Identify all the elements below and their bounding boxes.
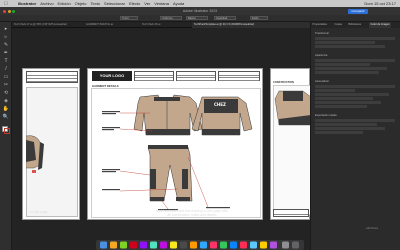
- header-table-1: [134, 71, 174, 81]
- photoshop-icon: [200, 241, 207, 249]
- menu-objeto[interactable]: Objeto: [75, 1, 87, 6]
- header-table-3: [218, 71, 260, 81]
- stroke-profile-select[interactable]: Uniforme: [160, 16, 182, 21]
- maps-icon: [150, 241, 157, 249]
- menu-texto[interactable]: Texto: [90, 1, 100, 6]
- opacity-field[interactable]: Opacidad:: [214, 16, 236, 21]
- launchpad-icon: [110, 241, 117, 249]
- header-table-2: [176, 71, 216, 81]
- menu-ayuda[interactable]: Ayuda: [173, 1, 184, 6]
- menu-archivo[interactable]: Archivo: [40, 1, 53, 6]
- indesign-icon: [210, 241, 217, 249]
- style-select[interactable]: Estilo:: [250, 16, 268, 21]
- left-header-table: [26, 71, 78, 83]
- illustrator-icon: [190, 241, 197, 249]
- messages-icon: [120, 241, 127, 249]
- zoom-window-icon[interactable]: [12, 9, 15, 13]
- panel-tabs: Propiedades Capas Bibliotecas Color de I…: [311, 22, 400, 28]
- selection-tool-icon[interactable]: ▸: [2, 26, 10, 33]
- logo-box: YOUR LOGO: [92, 71, 132, 81]
- pages-icon: [260, 241, 267, 249]
- close-window-icon[interactable]: [3, 9, 6, 13]
- scissors-tool-icon[interactable]: ✂: [2, 82, 10, 89]
- left-caption: to this page: [30, 210, 48, 214]
- section-exportacion[interactable]: Exportación rápida: [315, 114, 337, 117]
- stroke-swatch[interactable]: [4, 128, 10, 134]
- section-transformar[interactable]: Transformar: [315, 32, 329, 35]
- tools-panel: ▸ ▹ ✎ ✒ T / ▭ ✂ ⟲ ◈ ✋ 🔍: [0, 22, 12, 250]
- stroke-field[interactable]: Trazo:: [120, 16, 138, 21]
- rotate-tool-icon[interactable]: ⟲: [2, 90, 10, 97]
- center-caption-line2: all construction notes and details: [167, 213, 217, 217]
- control-bar: Trazo: Uniforme Básico Opacidad: Estilo:: [0, 15, 400, 22]
- tab-capas[interactable]: Capas: [333, 22, 344, 28]
- tab-propiedades[interactable]: Propiedades: [311, 22, 329, 28]
- screen:  Illustrator Archivo Edición Objeto Tex…: [0, 0, 400, 250]
- calendar-icon: [240, 241, 247, 249]
- center-caption: Add front and back flat drawing to this …: [92, 209, 292, 217]
- menu-ver[interactable]: Ver: [144, 1, 150, 6]
- menu-efecto[interactable]: Efecto: [129, 1, 140, 6]
- artboard-right[interactable]: CONSTRUCTION: [270, 68, 311, 220]
- finder-icon: [100, 241, 107, 249]
- facetime-icon: [220, 241, 227, 249]
- share-button[interactable]: Compartir: [348, 8, 368, 14]
- section-automatizar[interactable]: Automatizar: [315, 80, 329, 83]
- apple-icon[interactable]: : [4, 1, 8, 7]
- photos-icon: [160, 241, 167, 249]
- artboard-main[interactable]: YOUR LOGO GARMENT DETAILS CHEZ: [87, 68, 263, 220]
- trash-icon: [292, 241, 299, 249]
- hand-tool-icon[interactable]: ✋: [2, 106, 10, 113]
- appstore-icon: [270, 241, 277, 249]
- shape-builder-tool-icon[interactable]: ◈: [2, 98, 10, 105]
- zoom-tool-icon[interactable]: 🔍: [2, 114, 10, 121]
- mail-icon: [250, 241, 257, 249]
- notes-icon: [170, 241, 177, 249]
- brand-mark: CHEZ: [214, 102, 226, 107]
- menu-app-name[interactable]: Illustrator: [18, 1, 36, 6]
- pen-tool-icon[interactable]: ✒: [2, 50, 10, 57]
- left-garment-fragment: [26, 135, 44, 173]
- front-pants: [147, 145, 193, 202]
- window-titlebar: Adobe Illustrator 2023 Compartir: [0, 7, 400, 15]
- settings-icon: [180, 241, 187, 249]
- panel-footer: Add Notes: [366, 227, 379, 230]
- canvas-area[interactable]: YOUR LOGO GARMENT DETAILS CHEZ CONSTRUCT…: [12, 28, 311, 250]
- direct-selection-tool-icon[interactable]: ▹: [2, 34, 10, 41]
- tab-bibliotecas[interactable]: Bibliotecas: [347, 22, 363, 28]
- pencil-tool-icon[interactable]: ✎: [2, 42, 10, 49]
- type-tool-icon[interactable]: T: [2, 58, 10, 65]
- minimize-window-icon[interactable]: [7, 9, 11, 13]
- menu-edicion[interactable]: Edición: [58, 1, 71, 6]
- menu-clock: Dom 15 oct 23:17: [364, 1, 396, 6]
- downloads-icon: [282, 241, 289, 249]
- menu-seleccionar[interactable]: Seleccionar: [104, 1, 125, 6]
- safari-icon: [230, 241, 237, 249]
- tab-color-imagen[interactable]: Color de Imagen: [369, 22, 392, 28]
- menu-ventana[interactable]: Ventana: [154, 1, 169, 6]
- rectangle-tool-icon[interactable]: ▭: [2, 74, 10, 81]
- menu-bar:  Illustrator Archivo Edición Objeto Tex…: [0, 0, 400, 7]
- window-title: Adobe Illustrator 2023: [182, 9, 218, 13]
- right-section-title: CONSTRUCTION: [273, 81, 294, 84]
- properties-panel: Propiedades Capas Bibliotecas Color de I…: [310, 22, 400, 250]
- garment-flat-drawings: [102, 94, 253, 211]
- line-tool-icon[interactable]: /: [2, 66, 10, 73]
- podcasts-icon: [140, 241, 147, 249]
- brush-select[interactable]: Básico: [186, 16, 208, 21]
- right-garment-fragment: [274, 90, 311, 126]
- music-icon: [130, 241, 137, 249]
- section-apariencia[interactable]: Apariencia: [315, 54, 327, 57]
- macos-dock: [96, 240, 304, 250]
- artboard-left[interactable]: [22, 68, 80, 220]
